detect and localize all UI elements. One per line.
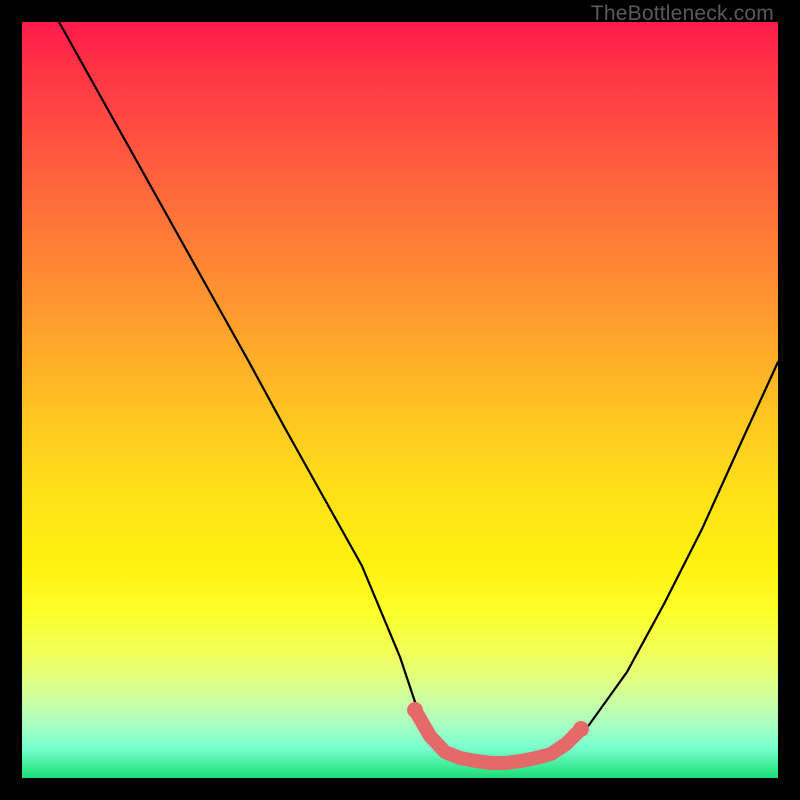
plot-area — [22, 22, 778, 778]
watermark-text: TheBottleneck.com — [591, 2, 774, 26]
chart-frame: TheBottleneck.com — [0, 0, 800, 800]
highlight-dot-right — [573, 721, 589, 737]
bottleneck-curve — [59, 22, 778, 763]
highlight-dot-left — [407, 702, 423, 718]
bottom-highlight-line — [415, 710, 581, 763]
curve-layer — [22, 22, 778, 778]
